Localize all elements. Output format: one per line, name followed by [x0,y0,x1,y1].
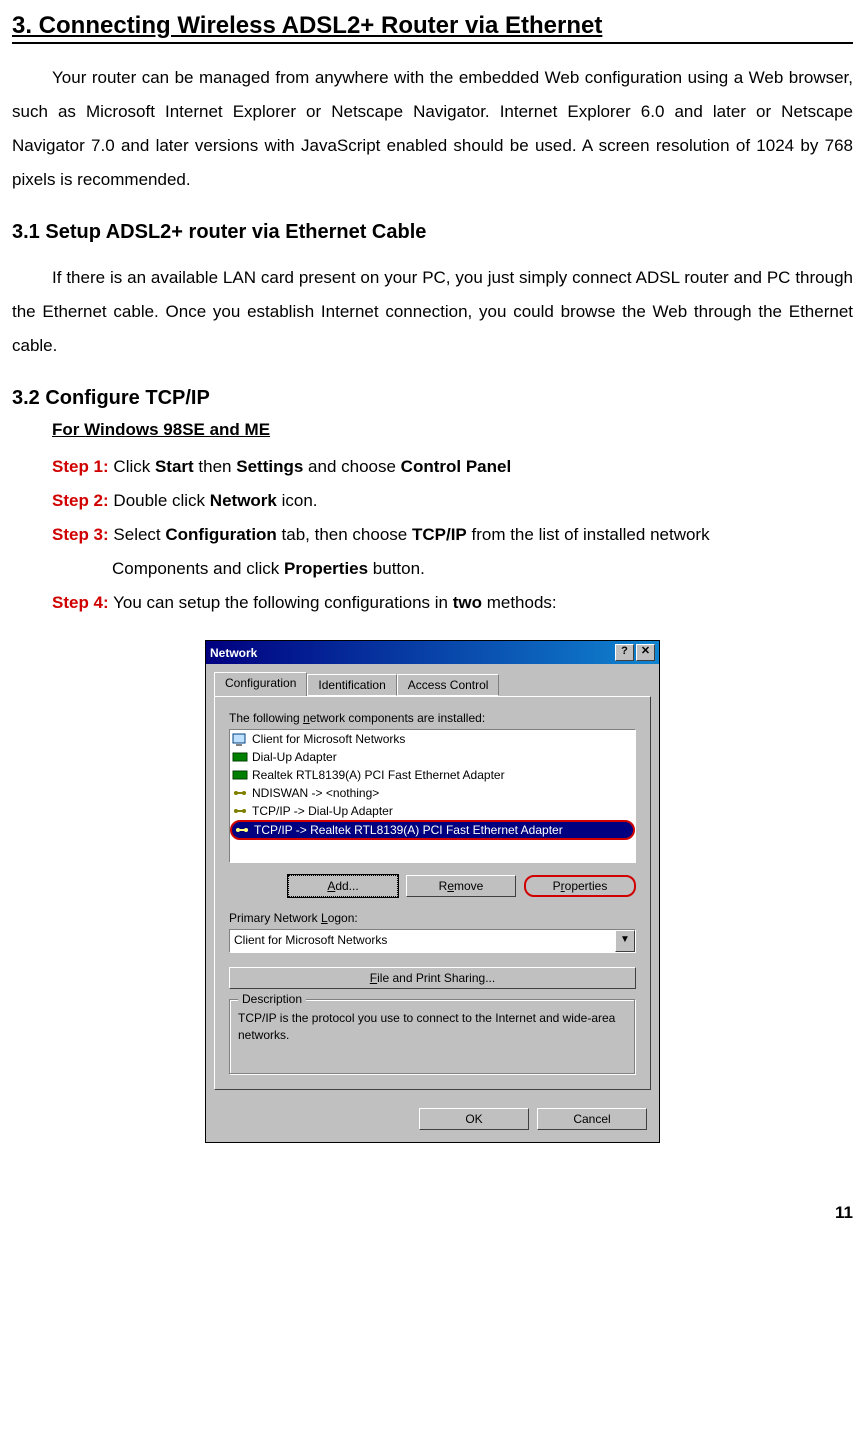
list-item[interactable]: NDISWAN -> <nothing> [230,784,635,802]
step-1: Step 1: Click Start then Settings and ch… [52,450,853,484]
subsection-3-2-title: 3.2 Configure TCP/IP [12,387,853,410]
step-1-label: Step 1: [52,457,109,476]
adapter-icon [232,749,248,765]
page-number: 11 [12,1203,853,1223]
cancel-button[interactable]: Cancel [537,1108,647,1130]
dialog-tabs: Configuration Identification Access Cont… [214,672,651,696]
step-3-continuation: Components and click Properties button. [112,552,853,586]
step-2: Step 2: Double click Network icon. [52,484,853,518]
client-icon [232,731,248,747]
primary-logon-combo[interactable]: Client for Microsoft Networks ▼ [229,929,636,953]
subsection-3-1-title: 3.1 Setup ADSL2+ router via Ethernet Cab… [12,221,853,244]
protocol-icon [232,803,248,819]
primary-logon-value: Client for Microsoft Networks [230,930,615,952]
tab-access-control[interactable]: Access Control [397,674,500,696]
add-button[interactable]: Add... [288,875,398,897]
os-heading: For Windows 98SE and ME [52,420,853,440]
network-dialog: Network ? ✕ Configuration Identification… [205,640,660,1143]
description-text: TCP/IP is the protocol you use to connec… [238,1010,627,1044]
sub1-paragraph: If there is an available LAN card presen… [12,261,853,363]
list-item[interactable]: TCP/IP -> Dial-Up Adapter [230,802,635,820]
section-heading-3: 3. Connecting Wireless ADSL2+ Router via… [12,12,853,44]
components-label: The following network components are ins… [229,711,636,725]
sub1-text: If there is an available LAN card presen… [12,268,853,355]
protocol-icon [232,785,248,801]
components-listbox[interactable]: Client for Microsoft Networks Dial-Up Ad… [229,729,636,863]
close-button[interactable]: ✕ [636,644,655,661]
intro-paragraph: Your router can be managed from anywhere… [12,61,853,197]
tab-identification[interactable]: Identification [307,674,396,696]
adapter-icon [232,767,248,783]
list-item[interactable]: Dial-Up Adapter [230,748,635,766]
protocol-icon [234,822,250,838]
step-3-label: Step 3: [52,525,109,544]
intro-text: Your router can be managed from anywhere… [12,68,853,189]
list-item-selected[interactable]: TCP/IP -> Realtek RTL8139(A) PCI Fast Et… [230,820,635,840]
component-buttons-row: Add... Remove Properties [229,875,636,897]
help-button[interactable]: ? [615,644,634,661]
description-legend: Description [238,992,306,1006]
primary-logon-label: Primary Network Logon: [229,911,636,925]
description-groupbox: Description TCP/IP is the protocol you u… [229,999,636,1075]
dialog-title: Network [210,646,257,660]
list-item[interactable]: Client for Microsoft Networks [230,730,635,748]
file-print-sharing-button[interactable]: File and Print Sharing... [229,967,636,989]
network-dialog-figure: Network ? ✕ Configuration Identification… [205,640,660,1143]
list-item[interactable]: Realtek RTL8139(A) PCI Fast Ethernet Ada… [230,766,635,784]
properties-button[interactable]: Properties [524,875,636,897]
step-4: Step 4: You can setup the following conf… [52,586,853,620]
combo-dropdown-icon[interactable]: ▼ [615,930,635,952]
remove-button[interactable]: Remove [406,875,516,897]
dialog-title-bar[interactable]: Network ? ✕ [206,641,659,664]
ok-button[interactable]: OK [419,1108,529,1130]
step-3: Step 3: Select Configuration tab, then c… [52,518,853,552]
tab-configuration[interactable]: Configuration [214,672,307,696]
tab-body-configuration: The following network components are ins… [214,696,651,1090]
dialog-footer: OK Cancel [206,1098,659,1142]
step-2-label: Step 2: [52,491,109,510]
step-4-label: Step 4: [52,593,109,612]
